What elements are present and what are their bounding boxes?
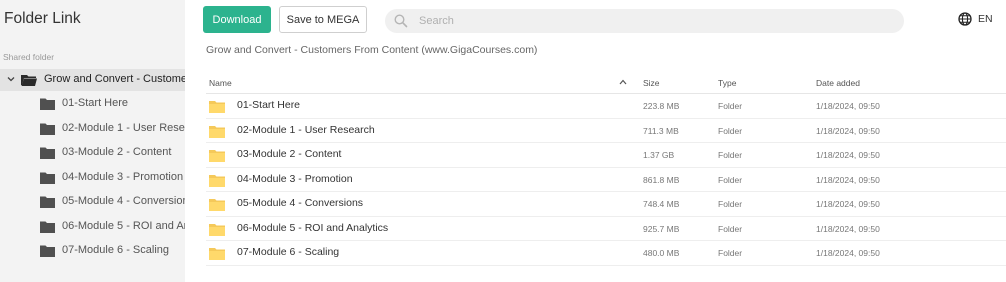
folder-icon <box>209 248 225 260</box>
file-size: 480.0 MB <box>643 248 680 258</box>
breadcrumb[interactable]: Grow and Convert - Customers From Conten… <box>206 44 537 56</box>
folder-icon <box>40 123 55 135</box>
date-added: 1/18/2024, 09:50 <box>816 125 880 136</box>
file-type: Folder <box>718 101 743 111</box>
table-row[interactable]: 07-Module 6 - Scaling 480.0 MB Folder 1/… <box>206 241 1006 266</box>
file-name: 07-Module 6 - Scaling <box>237 246 340 258</box>
shared-folder-label: Shared folder <box>3 52 55 62</box>
table-row[interactable]: 05-Module 4 - Conversions 748.4 MB Folde… <box>206 192 1006 217</box>
sidebar-item-label: 01-Start Here <box>62 97 129 109</box>
column-header-name[interactable]: Name <box>209 78 232 88</box>
table-row[interactable]: 04-Module 3 - Promotion 861.8 MB Folder … <box>206 168 1006 192</box>
file-size: 748.4 MB <box>643 199 680 209</box>
sort-ascending-icon[interactable] <box>619 79 627 85</box>
sidebar-root-folder[interactable]: Grow and Convert - Customers From Conten… <box>0 69 185 91</box>
column-header-date[interactable]: Date added <box>816 78 860 88</box>
file-size: 711.3 MB <box>643 125 679 136</box>
folder-icon <box>40 196 55 208</box>
sidebar-item-label: 05-Module 4 - Conversions <box>62 195 185 207</box>
file-type: Folder <box>718 174 743 185</box>
date-added: 1/18/2024, 09:50 <box>816 248 880 258</box>
sidebar-item-06-module-5[interactable]: 06-Module 5 - ROI and Analytics <box>0 216 185 238</box>
language-selector[interactable]: EN <box>958 12 993 26</box>
search-input[interactable] <box>419 9 889 33</box>
column-header-size[interactable]: Size <box>643 78 660 88</box>
folder-icon <box>40 172 55 184</box>
column-header-type[interactable]: Type <box>718 78 736 88</box>
table-row[interactable]: 02-Module 1 - User Research 711.3 MB Fol… <box>206 119 1006 143</box>
sidebar-root-label: Grow and Convert - Customers From Conten… <box>44 73 185 85</box>
sidebar-item-label: 07-Module 6 - Scaling <box>62 244 170 256</box>
folder-icon <box>209 199 225 211</box>
sidebar-item-01-start-here[interactable]: 01-Start Here <box>0 93 185 115</box>
folder-icon <box>209 150 225 162</box>
sidebar-item-03-module-2[interactable]: 03-Module 2 - Content <box>0 142 185 164</box>
folder-icon <box>40 147 55 159</box>
globe-icon <box>958 12 972 26</box>
folder-icon <box>40 245 55 257</box>
folder-icon <box>209 174 225 187</box>
folder-icon <box>209 101 225 113</box>
date-added: 1/18/2024, 09:50 <box>816 101 880 111</box>
download-button[interactable]: Download <box>203 6 271 33</box>
file-type: Folder <box>718 199 743 209</box>
table-row[interactable]: 06-Module 5 - ROI and Analytics 925.7 MB… <box>206 217 1006 241</box>
sidebar-item-label: 02-Module 1 - User Research <box>62 121 185 134</box>
table-header: Name Size Type Date added <box>206 73 1006 94</box>
table-row[interactable]: 01-Start Here 223.8 MB Folder 1/18/2024,… <box>206 94 1006 119</box>
search-bar <box>385 9 904 33</box>
folder-icon <box>209 223 225 236</box>
file-type: Folder <box>718 223 743 234</box>
file-name: 01-Start Here <box>237 99 301 111</box>
sidebar-item-label: 04-Module 3 - Promotion <box>62 170 184 183</box>
file-size: 925.7 MB <box>643 223 680 234</box>
sidebar-item-07-module-6[interactable]: 07-Module 6 - Scaling <box>0 240 185 262</box>
sidebar-item-label: 03-Module 2 - Content <box>62 146 172 158</box>
file-name: 06-Module 5 - ROI and Analytics <box>237 221 389 234</box>
folder-icon <box>40 221 55 233</box>
folder-icon <box>209 125 225 138</box>
table-row[interactable]: 03-Module 2 - Content 1.37 GB Folder 1/1… <box>206 143 1006 168</box>
folder-icon <box>40 98 55 110</box>
date-added: 1/18/2024, 09:50 <box>816 150 880 160</box>
date-added: 1/18/2024, 09:50 <box>816 199 880 209</box>
sidebar-title: Folder Link <box>4 10 81 27</box>
search-icon <box>394 14 408 28</box>
folder-open-icon <box>21 75 37 86</box>
sidebar: Folder Link Shared folder Grow and Conve… <box>0 0 185 282</box>
date-added: 1/18/2024, 09:50 <box>816 174 880 185</box>
file-size: 861.8 MB <box>643 174 680 185</box>
sidebar-item-04-module-3[interactable]: 04-Module 3 - Promotion <box>0 167 185 189</box>
chevron-down-icon[interactable] <box>7 75 15 83</box>
file-type: Folder <box>718 125 743 136</box>
file-size: 1.37 GB <box>643 150 675 160</box>
file-name: 04-Module 3 - Promotion <box>237 172 353 185</box>
file-size: 223.8 MB <box>643 101 680 111</box>
file-type: Folder <box>718 248 743 258</box>
file-name: 03-Module 2 - Content <box>237 148 342 160</box>
file-name: 05-Module 4 - Conversions <box>237 197 364 209</box>
file-name: 02-Module 1 - User Research <box>237 123 375 136</box>
sidebar-item-label: 06-Module 5 - ROI and Analytics <box>62 219 185 232</box>
sidebar-item-05-module-4[interactable]: 05-Module 4 - Conversions <box>0 191 185 213</box>
date-added: 1/18/2024, 09:50 <box>816 223 880 234</box>
file-type: Folder <box>718 150 743 160</box>
sidebar-item-02-module-1[interactable]: 02-Module 1 - User Research <box>0 118 185 140</box>
language-label: EN <box>978 13 993 25</box>
save-to-mega-button[interactable]: Save to MEGA <box>279 6 367 33</box>
